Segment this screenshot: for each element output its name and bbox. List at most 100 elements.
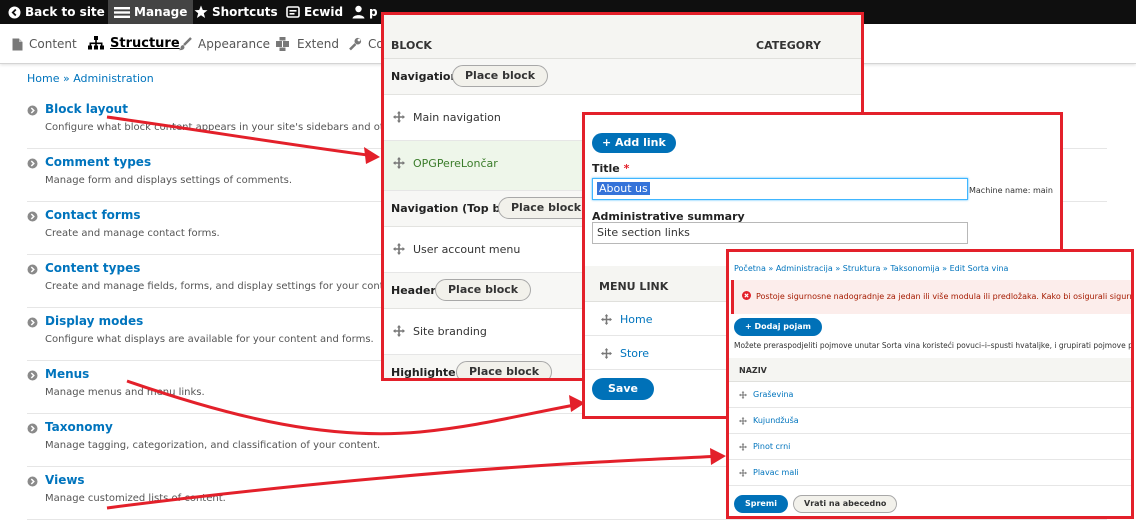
chevron-right-circle-icon [27,423,38,434]
drag-handle-icon[interactable] [393,243,405,255]
alert-message: Postoje sigurnosne nadogradnje za jedan … [756,292,1134,301]
admin-item-title[interactable]: Display modes [45,314,143,328]
term-name[interactable]: Graševina [753,390,793,399]
drag-handle-icon[interactable] [393,111,405,123]
term-name[interactable]: Kujundžuša [753,416,799,425]
save-button[interactable]: Save [592,378,654,400]
place-block-button[interactable]: Place block [456,361,553,378]
breadcrumb[interactable]: Home » Administration [27,72,154,85]
star-icon [194,5,208,18]
tray-structure-link[interactable]: Structure [88,24,180,64]
admin-item-description: Configure what displays are available fo… [45,334,374,345]
place-block-button[interactable]: Place block [452,65,549,87]
add-term-button[interactable]: + Dodaj pojam [734,318,822,336]
error-icon [742,291,751,300]
block-name: User account menu [413,243,521,256]
add-link-button[interactable]: + Add link [592,133,676,153]
manage-tab[interactable]: Manage [108,0,194,24]
admin-item-title[interactable]: Contact forms [45,208,140,222]
drag-handle-icon[interactable] [739,443,747,451]
drag-handle-icon[interactable] [739,417,747,425]
summary-input-value: Site section links [597,226,690,239]
reset-alphabetical-button[interactable]: Vrati na abecedno [793,495,898,513]
machine-name: Machine name: main [969,186,1053,195]
title-label-text: Title [592,162,620,175]
taxonomy-breadcrumb[interactable]: Početna » Administracija » Struktura » T… [734,264,1008,273]
tray-content-link[interactable]: Content [12,24,77,64]
menu-link-name[interactable]: Home [620,313,652,326]
region-name: Highlighted [391,366,464,379]
security-alert: Postoje sigurnosne nadogradnje za jedan … [731,280,1134,314]
term-name[interactable]: Plavac mali [753,468,799,477]
region-name: Header [391,284,436,297]
admin-item-title[interactable]: Comment types [45,155,151,169]
puzzle-icon [276,37,289,51]
admin-item-title[interactable]: Menus [45,367,89,381]
chevron-right-circle-icon [27,105,38,116]
document-icon [12,38,23,51]
ecwid-tab[interactable]: Ecwid [286,0,343,24]
chevron-right-circle-icon [27,476,38,487]
drag-handle-icon[interactable] [393,157,405,169]
chevron-right-circle-icon [27,370,38,381]
tray-content-label: Content [29,37,77,51]
block-name: Main navigation [413,111,501,124]
term-row: Graševina [729,382,1131,408]
tray-configuration-link[interactable]: Co [348,24,384,64]
term-row: Pinot crni [729,434,1131,460]
category-column-header: CATEGORY [756,39,821,52]
user-label: p [369,5,378,19]
save-terms-button[interactable]: Spremi [734,495,788,513]
chevron-right-circle-icon [27,317,38,328]
term-table-header: NAZIV [729,358,1131,382]
admin-item-title[interactable]: Content types [45,261,140,275]
back-to-site-link[interactable]: Back to site [8,0,105,24]
block-table-header: BLOCK CATEGORY [384,15,861,59]
place-block-button[interactable]: Place block [498,197,595,219]
tray-appearance-label: Appearance [198,37,271,51]
user-icon [352,5,365,19]
tray-appearance-link[interactable]: Appearance [178,24,270,64]
menu-link-name[interactable]: Store [620,347,649,360]
admin-item-description: Manage customized lists of content. [45,493,226,504]
administrative-summary-input[interactable]: Site section links [592,222,968,244]
admin-item-title[interactable]: Taxonomy [45,420,113,434]
admin-item-description: Manage form and displays settings of com… [45,175,293,186]
admin-item-title[interactable]: Block layout [45,102,128,116]
drag-handle-icon[interactable] [739,469,747,477]
place-block-button[interactable]: Place block [435,279,532,301]
manage-label: Manage [134,5,188,19]
name-column-header: NAZIV [739,366,767,375]
back-to-site-label: Back to site [25,5,105,19]
term-row: Plavac mali [729,460,1131,486]
paintbrush-icon [178,37,192,51]
term-name[interactable]: Pinot crni [753,442,790,451]
block-name: Site branding [413,325,487,338]
drag-handle-icon[interactable] [601,314,612,325]
chevron-right-circle-icon [27,211,38,222]
chevron-right-circle-icon [27,264,38,275]
wrench-icon [349,37,362,51]
title-label: Title * [592,162,629,175]
drag-handle-icon[interactable] [601,348,612,359]
taxonomy-description: Možete preraspodjeliti pojmove unutar So… [734,341,1134,350]
admin-item-description: Manage menus and menu links. [45,387,205,398]
admin-item-description: Manage tagging, categorization, and clas… [45,440,381,451]
structure-icon [88,36,104,50]
admin-item-description: Create and manage fields, forms, and dis… [45,281,404,292]
tray-extend-label: Extend [297,37,339,51]
term-row: Kujundžuša [729,408,1131,434]
menu-link-column-header: MENU LINK [599,280,669,293]
ecwid-icon [286,6,300,18]
admin-item-title[interactable]: Views [45,473,85,487]
shortcuts-tab[interactable]: Shortcuts [194,0,278,24]
drag-handle-icon[interactable] [393,325,405,337]
menu-hamburger-icon [114,7,130,18]
chevron-right-circle-icon [27,158,38,169]
user-tab[interactable]: p [352,0,378,24]
drag-handle-icon[interactable] [739,391,747,399]
tray-extend-link[interactable]: Extend [276,24,339,64]
title-input[interactable]: About us [592,178,968,200]
admin-item-description: Configure what block content appears in … [45,122,423,133]
tray-structure-label: Structure [110,36,180,51]
